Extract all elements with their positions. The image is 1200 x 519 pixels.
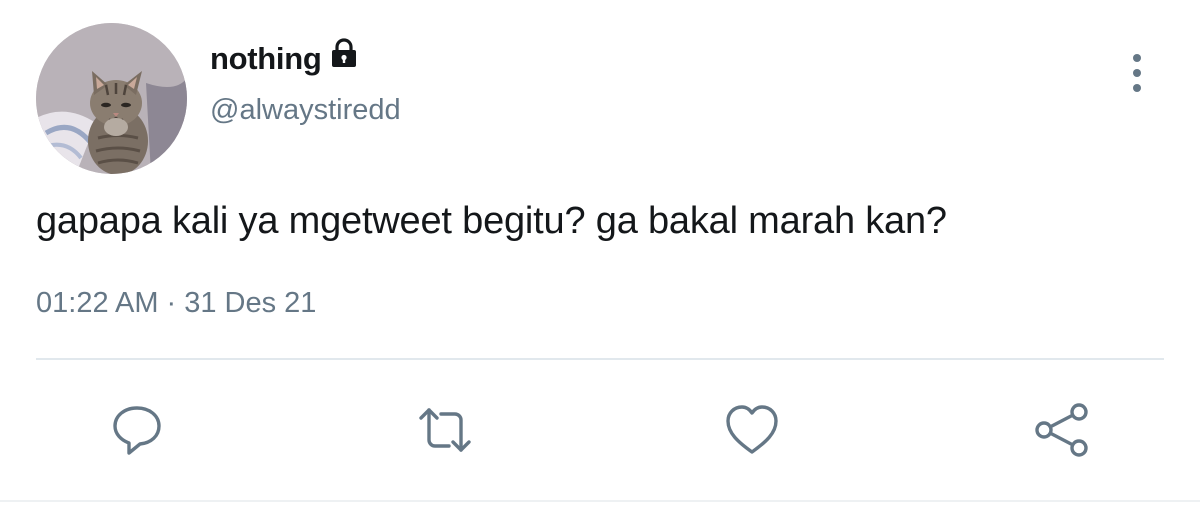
lock-icon xyxy=(330,38,358,76)
display-name-text: nothing xyxy=(210,41,322,76)
avatar[interactable] xyxy=(36,23,187,174)
tweet-timestamp[interactable]: 01:22 AM · 31 Des 21 xyxy=(36,287,316,320)
user-handle[interactable]: @alwaystiredd xyxy=(210,94,401,127)
share-button[interactable] xyxy=(1031,400,1091,460)
retweet-button[interactable] xyxy=(415,400,475,460)
tweet-date: 31 Des 21 xyxy=(184,287,317,319)
share-icon xyxy=(1035,403,1088,457)
retweet-icon xyxy=(419,408,471,452)
kitten-photo xyxy=(36,23,187,174)
tweet-time: 01:22 AM xyxy=(36,287,159,319)
reply-icon xyxy=(113,406,161,455)
reply-button[interactable] xyxy=(107,400,167,460)
tweet-card: nothing @alwaystiredd gapapa kali ya mge… xyxy=(0,0,1200,519)
display-name[interactable]: nothing xyxy=(210,38,358,77)
divider xyxy=(36,358,1164,360)
heart-icon xyxy=(726,405,778,454)
tweet-text: gapapa kali ya mgetweet begitu? ga bakal… xyxy=(36,200,947,242)
bottom-divider xyxy=(0,500,1200,502)
meta-separator: · xyxy=(166,287,177,319)
more-vertical-icon[interactable] xyxy=(1122,52,1152,94)
like-button[interactable] xyxy=(722,400,782,460)
